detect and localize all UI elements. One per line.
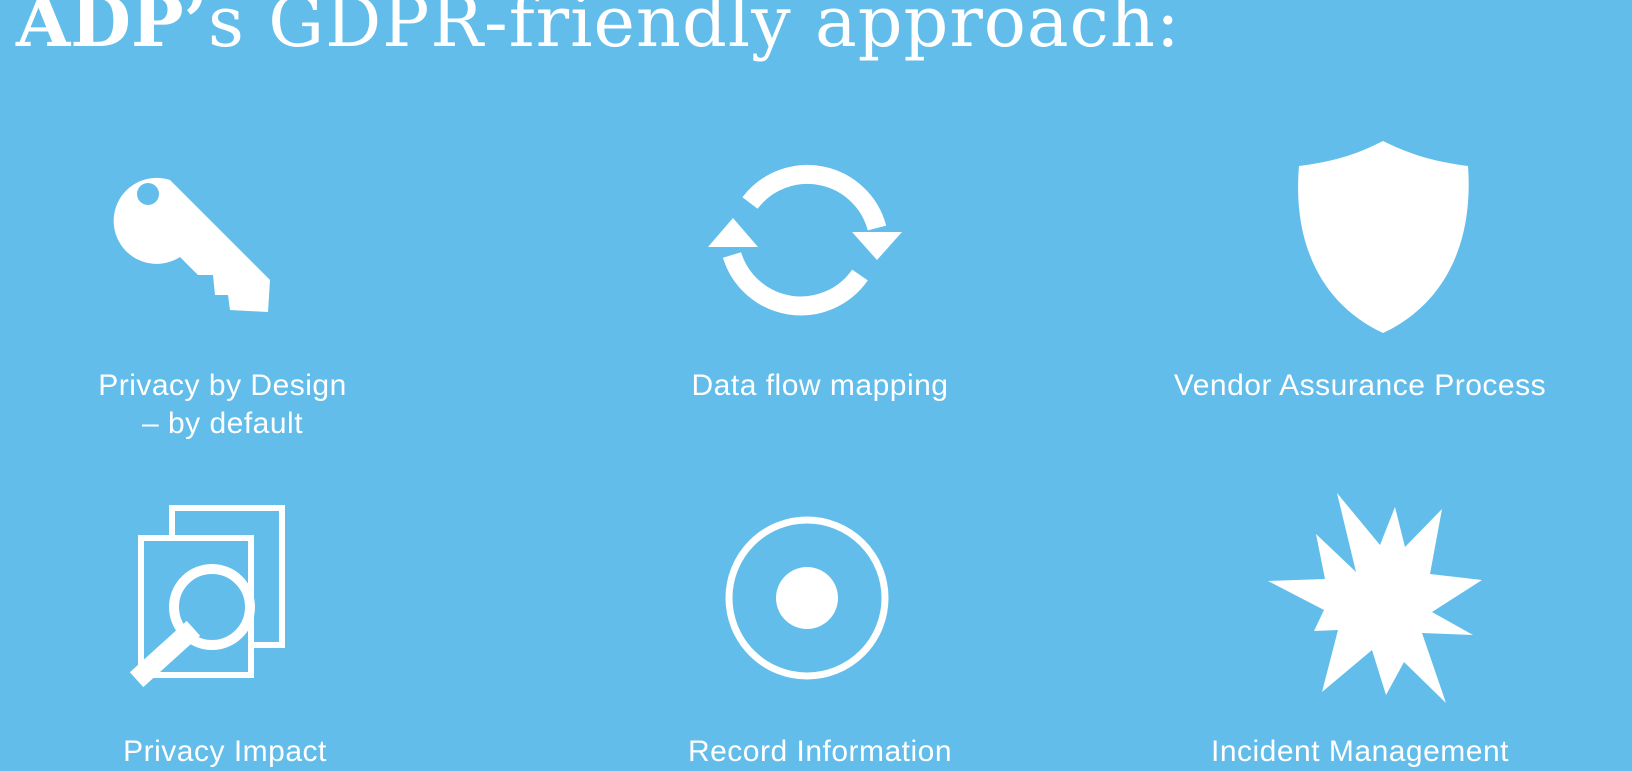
sync-icon — [708, 165, 902, 316]
feature-label-line1: Incident Management — [1210, 735, 1509, 768]
feature-label-line1: Privacy by Design — [98, 369, 347, 402]
feature-label: Vendor Assurance Process — [1160, 367, 1560, 405]
feature-label: Incident Management — [1160, 733, 1560, 771]
feature-label-line1: Privacy Impact — [123, 735, 327, 768]
shield-icon — [1298, 141, 1469, 333]
target-icon — [725, 516, 889, 680]
feature-label: Data flow mapping — [660, 367, 980, 405]
title-rest: s GDPR-friendly approach: — [208, 0, 1181, 63]
feature-label-line2: – by default — [141, 407, 304, 440]
feature-label-line1: Record Information — [687, 735, 953, 768]
document-search-icon — [129, 505, 285, 688]
key-icon — [113, 177, 270, 312]
burst-icon — [1268, 493, 1482, 703]
feature-label: Privacy Impact — [80, 733, 370, 771]
feature-label: Record Information — [640, 733, 1000, 771]
feature-label-line1: Data flow mapping — [691, 369, 949, 402]
page-title: ADP’s GDPR-friendly approach: — [16, 0, 1181, 66]
title-brand: ADP’ — [16, 0, 209, 63]
feature-label-line1: Vendor Assurance Process — [1173, 369, 1547, 402]
feature-label: Privacy by Design – by default — [80, 367, 365, 443]
